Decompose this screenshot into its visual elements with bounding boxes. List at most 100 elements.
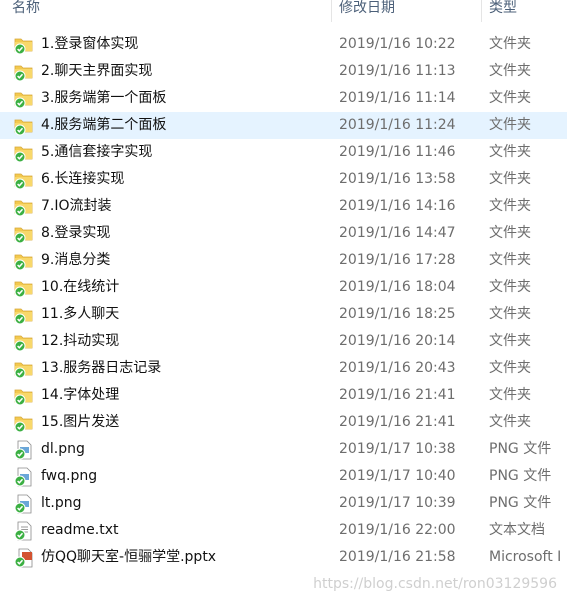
image-file-sync-icon: [13, 467, 35, 487]
file-name: 12.抖动实现: [41, 333, 120, 349]
file-name: 5.通信套接字实现: [41, 144, 153, 160]
file-name: 1.登录窗体实现: [41, 36, 139, 52]
file-type: 文件夹: [489, 414, 531, 430]
file-type: PNG 文件: [489, 468, 552, 484]
file-row[interactable]: readme.txt 2019/1/16 22:00 文本文档: [0, 517, 567, 544]
file-name: 13.服务器日志记录: [41, 360, 162, 376]
file-type: 文件夹: [489, 144, 531, 160]
file-name: 3.服务端第一个面板: [41, 90, 167, 106]
folder-sync-icon: [13, 89, 35, 109]
file-row[interactable]: lt.png 2019/1/17 10:39 PNG 文件: [0, 490, 567, 517]
file-row[interactable]: 2.聊天主界面实现 2019/1/16 11:13 文件夹: [0, 58, 567, 85]
file-row[interactable]: 1.登录窗体实现 2019/1/16 10:22 文件夹: [0, 31, 567, 58]
text-file-sync-icon: [13, 521, 35, 541]
file-name: 14.字体处理: [41, 387, 120, 403]
file-modified-date: 2019/1/16 10:22: [339, 36, 456, 52]
folder-sync-icon: [13, 305, 35, 325]
file-modified-date: 2019/1/17 10:40: [339, 468, 456, 484]
image-file-sync-icon: [13, 440, 35, 460]
file-modified-date: 2019/1/17 10:39: [339, 495, 456, 511]
file-modified-date: 2019/1/16 21:41: [339, 387, 456, 403]
file-type: 文件夹: [489, 252, 531, 268]
file-list: 1.登录窗体实现 2019/1/16 10:22 文件夹 2.聊天主界面实现 2019/…: [0, 31, 567, 571]
file-modified-date: 2019/1/16 21:58: [339, 549, 456, 565]
file-row[interactable]: dl.png 2019/1/17 10:38 PNG 文件: [0, 436, 567, 463]
file-row[interactable]: 8.登录实现 2019/1/16 14:47 文件夹: [0, 220, 567, 247]
file-modified-date: 2019/1/16 21:41: [339, 414, 456, 430]
file-name: dl.png: [41, 441, 85, 457]
column-header-type[interactable]: 类型: [489, 0, 567, 22]
file-row[interactable]: 6.长连接实现 2019/1/16 13:58 文件夹: [0, 166, 567, 193]
file-modified-date: 2019/1/16 11:14: [339, 90, 456, 106]
file-type: 文件夹: [489, 279, 531, 295]
file-name: 4.服务端第二个面板: [41, 117, 167, 133]
file-type: 文件夹: [489, 198, 531, 214]
file-name: 11.多人聊天: [41, 306, 120, 322]
file-type: 文件夹: [489, 117, 531, 133]
file-row[interactable]: 13.服务器日志记录 2019/1/16 20:43 文件夹: [0, 355, 567, 382]
folder-sync-icon: [13, 170, 35, 190]
column-divider[interactable]: [331, 0, 332, 22]
column-header-date[interactable]: 修改日期: [339, 0, 479, 22]
file-row[interactable]: 12.抖动实现 2019/1/16 20:14 文件夹: [0, 328, 567, 355]
file-type: PNG 文件: [489, 441, 552, 457]
folder-sync-icon: [13, 224, 35, 244]
file-modified-date: 2019/1/16 11:46: [339, 144, 456, 160]
file-type: 文件夹: [489, 360, 531, 376]
folder-sync-icon: [13, 251, 35, 271]
file-row[interactable]: 10.在线统计 2019/1/16 18:04 文件夹: [0, 274, 567, 301]
file-row[interactable]: 3.服务端第一个面板 2019/1/16 11:14 文件夹: [0, 85, 567, 112]
folder-sync-icon: [13, 332, 35, 352]
column-divider[interactable]: [481, 0, 482, 22]
file-row[interactable]: 15.图片发送 2019/1/16 21:41 文件夹: [0, 409, 567, 436]
file-row[interactable]: 11.多人聊天 2019/1/16 18:25 文件夹: [0, 301, 567, 328]
file-name: fwq.png: [41, 468, 98, 484]
file-modified-date: 2019/1/16 18:04: [339, 279, 456, 295]
pptx-file-sync-icon: [13, 548, 35, 568]
file-row[interactable]: 5.通信套接字实现 2019/1/16 11:46 文件夹: [0, 139, 567, 166]
folder-sync-icon: [13, 278, 35, 298]
folder-sync-icon: [13, 359, 35, 379]
file-modified-date: 2019/1/16 20:14: [339, 333, 456, 349]
folder-sync-icon: [13, 197, 35, 217]
file-type: 文件夹: [489, 333, 531, 349]
file-row[interactable]: 9.消息分类 2019/1/16 17:28 文件夹: [0, 247, 567, 274]
file-type: 文件夹: [489, 225, 531, 241]
file-name: 9.消息分类: [41, 252, 111, 268]
file-row[interactable]: 4.服务端第二个面板 2019/1/16 11:24 文件夹: [0, 112, 567, 139]
file-name: 10.在线统计: [41, 279, 120, 295]
image-file-sync-icon: [13, 494, 35, 514]
folder-sync-icon: [13, 62, 35, 82]
file-modified-date: 2019/1/16 11:24: [339, 117, 456, 133]
folder-sync-icon: [13, 116, 35, 136]
file-name: 2.聊天主界面实现: [41, 63, 153, 79]
file-modified-date: 2019/1/16 14:16: [339, 198, 456, 214]
column-header: 名称 修改日期 类型: [0, 0, 567, 22]
file-type: 文件夹: [489, 90, 531, 106]
file-row[interactable]: 14.字体处理 2019/1/16 21:41 文件夹: [0, 382, 567, 409]
file-name: 6.长连接实现: [41, 171, 125, 187]
file-row[interactable]: fwq.png 2019/1/17 10:40 PNG 文件: [0, 463, 567, 490]
file-type: 文本文档: [489, 522, 545, 538]
file-name: 8.登录实现: [41, 225, 111, 241]
file-name: 15.图片发送: [41, 414, 120, 430]
folder-sync-icon: [13, 386, 35, 406]
file-name: readme.txt: [41, 522, 119, 538]
folder-sync-icon: [13, 143, 35, 163]
file-row[interactable]: 仿QQ聊天室-恒骊学堂.pptx 2019/1/16 21:58 Microsoft…: [0, 544, 567, 571]
file-type: PNG 文件: [489, 495, 552, 511]
folder-sync-icon: [13, 35, 35, 55]
folder-sync-icon: [13, 413, 35, 433]
file-type: 文件夹: [489, 63, 531, 79]
file-row[interactable]: 7.IO流封装 2019/1/16 14:16 文件夹: [0, 193, 567, 220]
column-header-name[interactable]: 名称: [12, 0, 330, 22]
file-type: Microsoft I: [489, 549, 562, 565]
file-name: lt.png: [41, 495, 82, 511]
file-modified-date: 2019/1/16 11:13: [339, 63, 456, 79]
file-modified-date: 2019/1/16 17:28: [339, 252, 456, 268]
file-name: 7.IO流封装: [41, 198, 112, 214]
file-name: 仿QQ聊天室-恒骊学堂.pptx: [41, 549, 217, 565]
file-modified-date: 2019/1/16 13:58: [339, 171, 456, 187]
watermark: https://blog.csdn.net/ron03129596: [313, 576, 557, 592]
file-type: 文件夹: [489, 306, 531, 322]
